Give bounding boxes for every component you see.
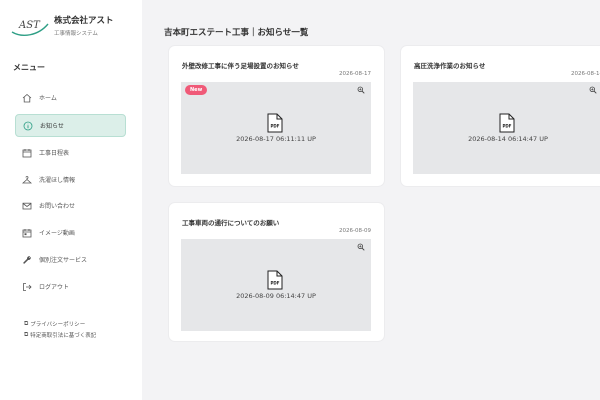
upload-timestamp: 2026-08-14 06:14:47 UP: [468, 135, 548, 143]
sidebar-item-notices[interactable]: お知らせ: [15, 114, 126, 137]
sidebar-item-label: 洗濯ほし情報: [39, 177, 76, 184]
footer-link-label: 特定商取引法に基づく表記: [30, 332, 97, 339]
info-icon: [16, 114, 40, 137]
sidebar-item-laundry[interactable]: 洗濯ほし情報: [15, 168, 126, 191]
menu-title: メニュー: [13, 63, 45, 72]
notice-card[interactable]: 工事車両の通行についてのお願い 2026-08-09 PDF 2026-08-0…: [169, 203, 384, 341]
zoom-icon[interactable]: [589, 86, 597, 94]
sidebar-item-logout[interactable]: ログアウト: [15, 275, 126, 298]
upload-timestamp: 2026-08-09 06:14:47 UP: [236, 292, 316, 300]
pdf-file-icon: PDF: [267, 113, 283, 133]
pdf-file-label: PDF: [503, 124, 512, 129]
pdf-preview[interactable]: PDF 2026-08-09 06:14:47 UP: [181, 239, 371, 331]
sidebar-item-label: ホーム: [39, 95, 57, 102]
page-title: 吉本町エステート工事｜お知らせ一覧: [164, 28, 309, 38]
video-calendar-icon: [15, 221, 39, 244]
commerce-law-link[interactable]: ⧉ 特定商取引法に基づく表記: [24, 329, 96, 340]
pdf-file-label: PDF: [271, 124, 280, 129]
sidebar-item-video[interactable]: イメージ動画: [15, 221, 126, 244]
external-link-icon: ⧉: [24, 319, 29, 327]
upload-timestamp: 2026-08-17 06:11:11 UP: [236, 135, 316, 143]
pdf-file-label: PDF: [271, 281, 280, 286]
pdf-preview[interactable]: PDF 2026-08-14 06:14:47 UP: [413, 82, 600, 174]
brand[interactable]: AST 株式会社アスト 工事情報システム: [10, 12, 135, 42]
calendar-icon: [15, 141, 39, 164]
pdf-preview[interactable]: New PDF 2026-08-17 06:11:11 UP: [181, 82, 371, 174]
logout-icon: [15, 275, 39, 298]
app: AST 株式会社アスト 工事情報システム メニュー ホーム お知らせ 工事日程表…: [0, 0, 600, 400]
footer-links: ⧉ プライバシーポリシー ⧉ 特定商取引法に基づく表記: [24, 318, 96, 340]
logo-text: AST: [18, 20, 41, 31]
privacy-policy-link[interactable]: ⧉ プライバシーポリシー: [24, 318, 96, 329]
wrench-icon: [15, 248, 39, 271]
sidebar-item-label: ログアウト: [39, 284, 70, 291]
sidebar-item-schedule[interactable]: 工事日程表: [15, 141, 126, 164]
zoom-icon[interactable]: [357, 86, 365, 94]
notice-card[interactable]: 高圧洗浄作業のお知らせ 2026-08-14 PDF 2026-08-14 06…: [401, 46, 600, 186]
sidebar-item-contact[interactable]: お問い合わせ: [15, 194, 126, 217]
footer-link-label: プライバシーポリシー: [30, 321, 86, 328]
pdf-file-icon: PDF: [267, 270, 283, 290]
sidebar-item-label: お問い合わせ: [39, 203, 76, 210]
system-name: 工事情報システム: [54, 31, 98, 37]
notice-date: 2026-08-17: [339, 71, 371, 77]
zoom-icon[interactable]: [357, 243, 365, 251]
sidebar-item-label: 個別注文サービス: [39, 257, 88, 264]
sidebar-item-label: お知らせ: [40, 123, 64, 130]
sidebar: AST 株式会社アスト 工事情報システム メニュー ホーム お知らせ 工事日程表…: [0, 0, 142, 400]
notice-date: 2026-08-14: [571, 71, 600, 77]
sidebar-item-orders[interactable]: 個別注文サービス: [15, 248, 126, 271]
external-link-icon: ⧉: [24, 330, 29, 338]
sidebar-item-label: イメージ動画: [39, 230, 75, 237]
company-name: 株式会社アスト: [54, 16, 114, 26]
new-badge: New: [185, 85, 208, 95]
notice-date: 2026-08-09: [339, 228, 371, 234]
notice-title: 高圧洗浄作業のお知らせ: [414, 62, 486, 70]
main-content: 吉本町エステート工事｜お知らせ一覧 外壁改修工事に伴う足場設置のお知らせ 202…: [142, 0, 600, 400]
notice-title: 工事車両の通行についてのお願い: [182, 219, 280, 227]
pdf-file-icon: PDF: [499, 113, 515, 133]
home-icon: [15, 86, 39, 109]
notice-title: 外壁改修工事に伴う足場設置のお知らせ: [182, 62, 299, 70]
notice-card[interactable]: 外壁改修工事に伴う足場設置のお知らせ 2026-08-17 New PDF 20…: [169, 46, 384, 186]
hanger-icon: [15, 168, 39, 191]
sidebar-item-label: 工事日程表: [39, 150, 70, 157]
mail-icon: [15, 194, 39, 217]
sidebar-item-home[interactable]: ホーム: [15, 86, 126, 109]
company-logo: AST: [11, 20, 49, 36]
